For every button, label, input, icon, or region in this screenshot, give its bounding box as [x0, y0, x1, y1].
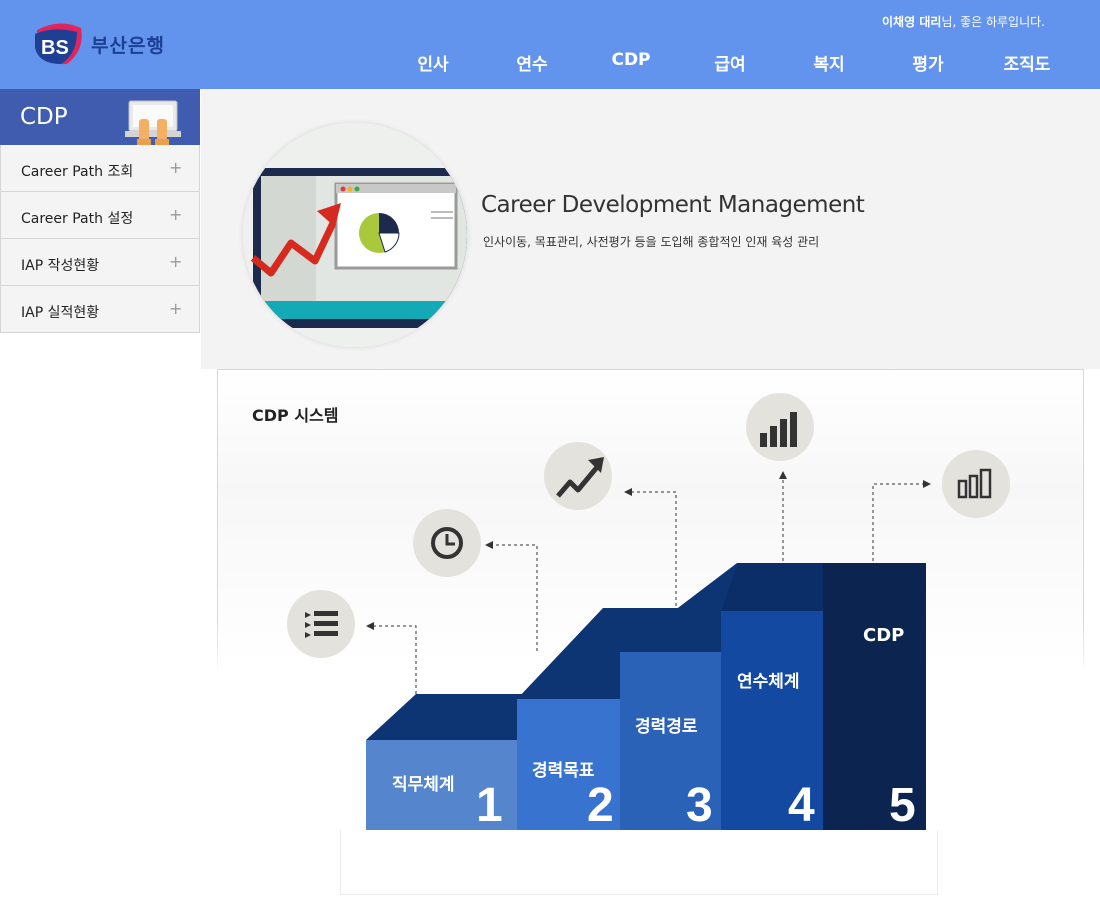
step-5-label: CDP [863, 625, 905, 646]
bar-blocks-icon [942, 450, 1010, 518]
trend-arrow-icon [544, 442, 612, 510]
step-4-label: 연수체계 [737, 672, 800, 692]
app-root: BS 부산은행 이채영 대리님, 좋은 하루입니다. 인사 연수 CDP 급여 … [0, 0, 1100, 900]
step-5-number: 5 [889, 779, 916, 832]
connector-1 [366, 622, 417, 694]
bar-chart-icon [746, 393, 814, 461]
step-4-number: 4 [788, 779, 815, 832]
list-icon [287, 590, 355, 658]
step-1-label: 직무체계 [392, 775, 455, 795]
clock-icon [413, 509, 481, 577]
step-2-label: 경력목표 [532, 761, 595, 781]
connector-2 [485, 541, 538, 651]
connector-5 [872, 480, 931, 561]
step-3-label: 경력경로 [635, 717, 698, 737]
step-1-number: 1 [476, 779, 503, 832]
connector-3 [624, 488, 677, 606]
step-3-number: 3 [686, 779, 713, 832]
step-2-number: 2 [587, 779, 614, 832]
